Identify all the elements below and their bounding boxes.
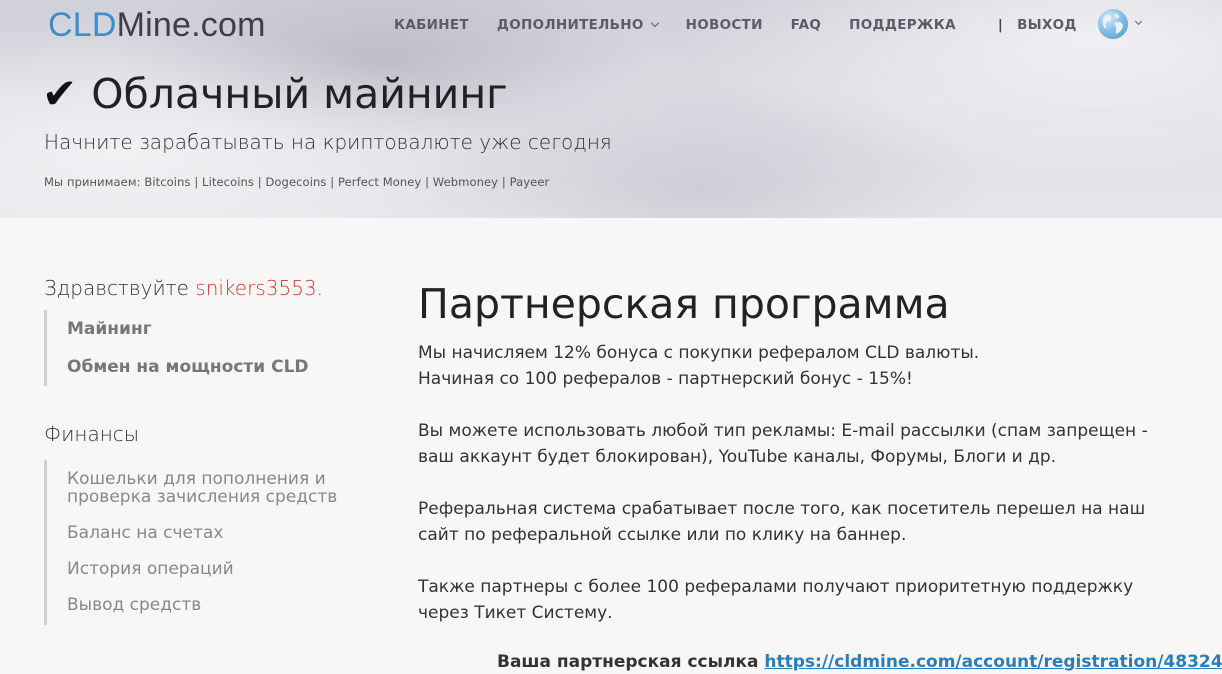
sidebar-item-history[interactable]: История операций <box>67 551 384 587</box>
site-logo[interactable]: CLDMine.com <box>48 4 266 46</box>
logo-mine-text: Mine.com <box>116 6 266 44</box>
nav-faq[interactable]: FAQ <box>777 17 836 33</box>
checkmark-icon: ✔ <box>42 69 78 118</box>
username: snikers3553 <box>195 276 317 300</box>
chevron-down-icon <box>650 18 659 28</box>
nav-news[interactable]: НОВОСТИ <box>672 17 777 33</box>
paragraph-bonus: Мы начисляем 12% бонуса с покупки рефера… <box>418 340 1188 392</box>
nav-support[interactable]: ПОДДЕРЖКА <box>835 17 970 33</box>
hero-subtitle: Начните зарабатывать на криптовалюте уже… <box>44 130 612 154</box>
sidebar-group-finance: Кошельки для пополнения и проверка зачис… <box>44 460 384 625</box>
bonus-line-1: Мы начисляем 12% бонуса с покупки рефера… <box>418 343 980 363</box>
chevron-down-icon <box>1134 17 1143 25</box>
sidebar-item-withdraw[interactable]: Вывод средств <box>67 587 384 623</box>
logo-cld-text: CLD <box>48 6 117 44</box>
top-nav: КАБИНЕТ ДОПОЛНИТЕЛЬНО НОВОСТИ FAQ ПОДДЕР… <box>380 12 1091 38</box>
nav-additional-label: ДОПОЛНИТЕЛЬНО <box>496 17 644 33</box>
greeting-suffix: . <box>316 276 324 300</box>
greeting-prefix: Здравствуйте <box>44 276 196 300</box>
referral-link[interactable]: https://cldmine.com/account/registration… <box>764 652 1222 672</box>
nav-separator: | <box>997 17 1004 33</box>
language-selector[interactable] <box>1098 9 1143 39</box>
sidebar-item-balance[interactable]: Баланс на счетах <box>67 515 384 551</box>
paragraph-advertising: Вы можете использовать любой тип рекламы… <box>418 421 1148 467</box>
nav-additional[interactable]: ДОПОЛНИТЕЛЬНО <box>483 17 672 33</box>
sidebar-item-exchange-cld[interactable]: Обмен на мощности CLD <box>67 348 384 386</box>
sidebar: Здравствуйте snikers3553. Майнинг Обмен … <box>44 276 384 625</box>
greeting: Здравствуйте snikers3553. <box>44 276 384 300</box>
nav-cabinet[interactable]: КАБИНЕТ <box>380 17 483 33</box>
bonus-line-2: Начиная со 100 рефералов - партнерский б… <box>418 369 913 389</box>
accepted-payments: Мы принимаем: Bitcoins | Litecoins | Dog… <box>44 175 550 189</box>
hero-title: ✔ Облачный майнинг <box>42 66 508 122</box>
referral-link-row: Ваша партнерская ссылка https://cldmine.… <box>497 652 1222 672</box>
finance-heading: Финансы <box>44 422 140 446</box>
page-title: Партнерская программа <box>418 280 950 328</box>
sidebar-group-mining: Майнинг Обмен на мощности CLD <box>44 310 384 386</box>
hero-title-text: Облачный майнинг <box>91 70 508 118</box>
referral-link-label: Ваша партнерская ссылка <box>497 652 759 672</box>
hero-banner: CLDMine.com КАБИНЕТ ДОПОЛНИТЕЛЬНО НОВОСТ… <box>0 0 1222 218</box>
paragraph-priority-support: Также партнеры с более 100 рефералами по… <box>418 577 1134 623</box>
main-content: Партнерская программа Мы начисляем 12% б… <box>418 278 1222 672</box>
paragraph-referral-system: Реферальная система срабатывает после то… <box>418 499 1146 545</box>
globe-icon <box>1098 9 1128 39</box>
nav-logout[interactable]: ВЫХОД <box>1013 17 1091 33</box>
sidebar-item-wallets[interactable]: Кошельки для пополнения и проверка зачис… <box>67 462 347 515</box>
sidebar-item-mining[interactable]: Майнинг <box>67 310 384 348</box>
